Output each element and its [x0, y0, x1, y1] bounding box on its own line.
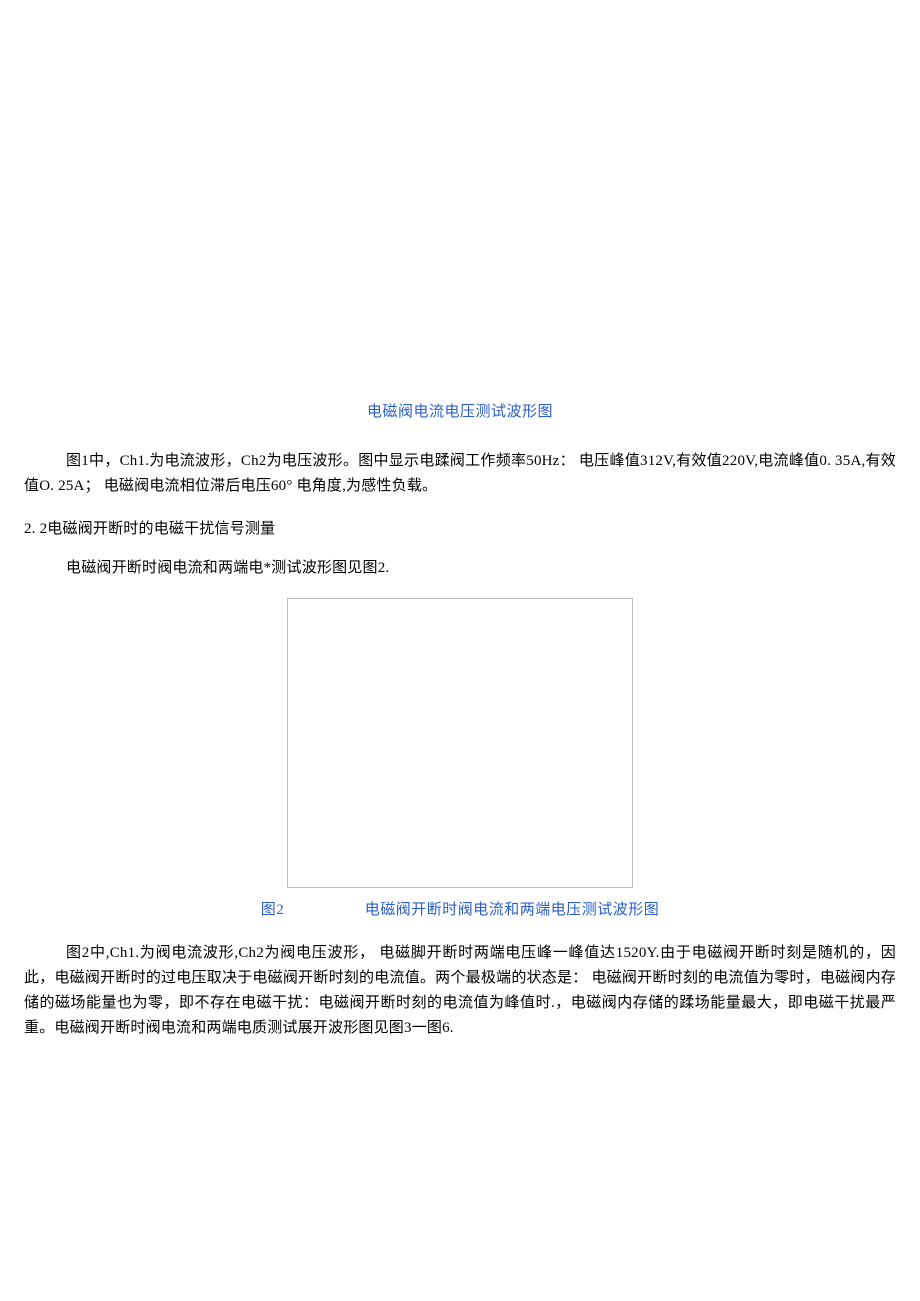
- figure2-placeholder: [287, 598, 633, 888]
- paragraph-1: 图1中，Ch1.为电流波形，Ch2为电压波形。图中显示电蹂阀工作频率50Hz： …: [24, 449, 896, 499]
- figure2-label: 图2: [261, 898, 285, 919]
- figure2-title: 电磁阀开断时阀电流和两端电压测试波形图: [365, 898, 660, 919]
- paragraph-2: 电磁阀开断时阀电流和两端电*测试波形图见图2.: [24, 556, 896, 581]
- document-page: 电磁阀电流电压测试波形图 图1中，Ch1.为电流波形，Ch2为电压波形。图中显示…: [0, 0, 920, 1258]
- figure2-caption: 图2 电磁阀开断时阀电流和两端电压测试波形图: [24, 898, 896, 919]
- paragraph-3: 图2中,Ch1.为阀电流波形,Ch2为阀电压波形， 电磁脚开断时两端电压峰一峰值…: [24, 941, 896, 1040]
- figure1-caption: 电磁阀电流电压测试波形图: [24, 400, 896, 421]
- section-2-2-heading: 2. 2电磁阀开断时的电磁干扰信号测量: [24, 517, 896, 538]
